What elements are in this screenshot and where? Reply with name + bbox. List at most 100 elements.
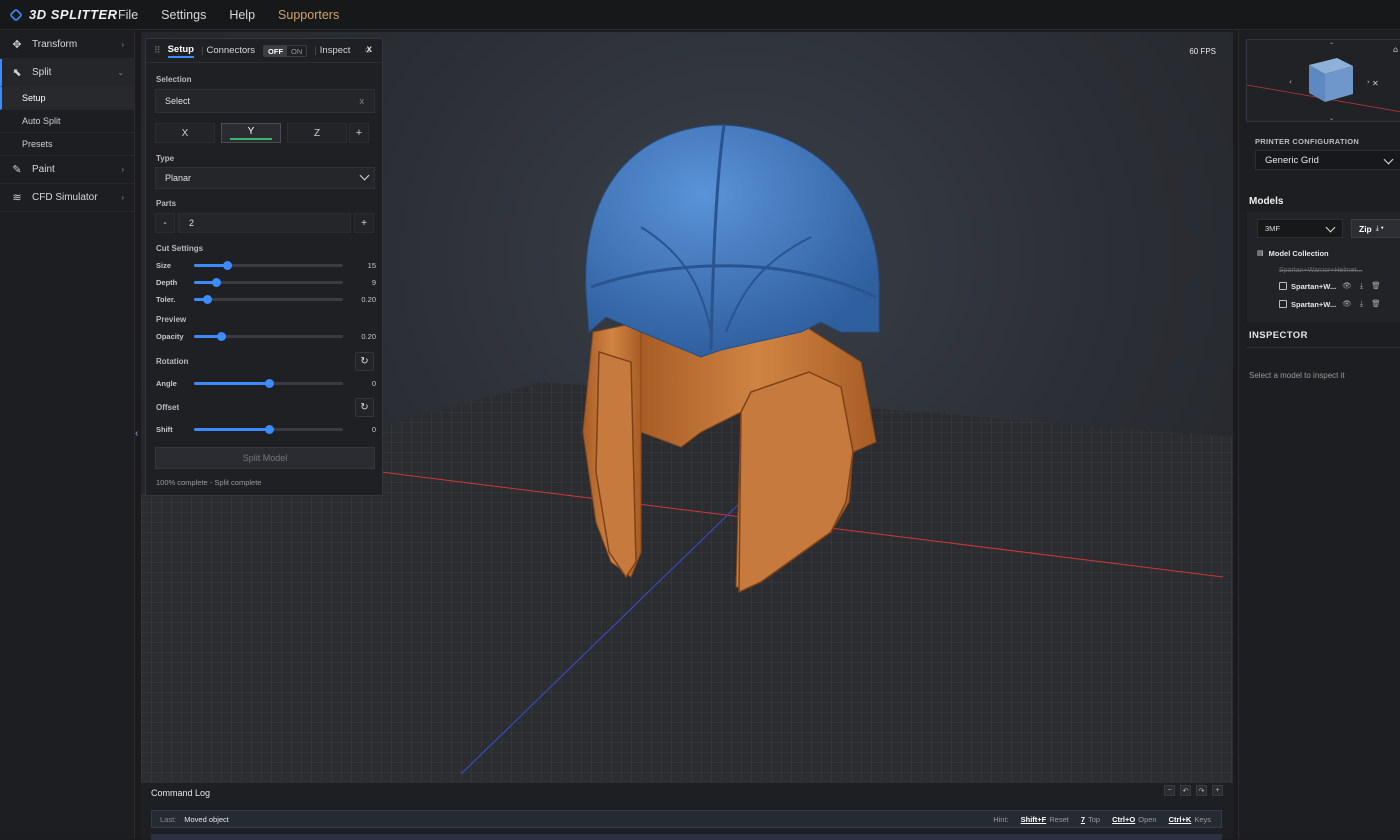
close-panel-button[interactable]: x <box>366 44 372 55</box>
tab-connectors[interactable]: Connectors <box>206 45 255 56</box>
model-row[interactable]: Spartan+W... 👁 ⤓ 🗑 <box>1279 278 1400 294</box>
command-input[interactable] <box>151 834 1222 840</box>
model-row-actions[interactable]: 👁 ⤓ 🗑 <box>1342 299 1384 309</box>
slider-track[interactable] <box>194 331 343 341</box>
svg-text:›: › <box>1367 78 1370 86</box>
slider-value: 15 <box>367 260 376 270</box>
slider-thumb[interactable] <box>212 277 222 287</box>
toggle-off[interactable]: OFF <box>264 45 288 56</box>
slider-thumb[interactable] <box>222 260 232 270</box>
model-collection-row[interactable]: ▤ Model Collection <box>1257 245 1400 261</box>
svg-text:⌄: ⌄ <box>1329 115 1334 122</box>
slider-thumb[interactable] <box>264 378 274 388</box>
slider-label: Depth <box>156 277 178 287</box>
preview-label: Preview <box>156 315 187 324</box>
tab-separator: | <box>200 45 204 56</box>
type-select[interactable]: Planar <box>155 167 375 189</box>
chevron-down-icon: ⌄ <box>117 68 124 77</box>
top-menu-bar: 3D SPLITTER File Settings Help Supporter… <box>0 0 1400 30</box>
sidebar-item-paint[interactable]: ✎ Paint › <box>0 156 134 184</box>
slider-thumb[interactable] <box>216 331 226 341</box>
type-value: Planar <box>165 173 192 183</box>
parts-increment-button[interactable]: + <box>354 213 374 233</box>
brush-icon: ✎ <box>12 164 22 176</box>
tab-setup[interactable]: Setup <box>167 44 194 58</box>
parts-decrement-button[interactable]: - <box>155 213 175 233</box>
export-format-select[interactable]: 3MF <box>1257 219 1343 238</box>
selection-field[interactable]: Select x <box>155 89 375 113</box>
printer-config-label: PRINTER CONFIGURATION <box>1255 137 1360 146</box>
axis-x-label: X <box>181 127 189 139</box>
fps-counter: 60 FPS <box>1189 47 1216 56</box>
offset-label: Offset <box>156 403 180 412</box>
hint-action: Keys <box>1194 814 1211 824</box>
slider-label: Shift <box>156 424 173 434</box>
slider-track[interactable] <box>194 277 343 287</box>
models-title: Models <box>1249 196 1284 207</box>
sidebar-item-split[interactable]: ⬉ Split ⌄ <box>0 59 134 87</box>
printer-value: Generic Grid <box>1265 154 1319 166</box>
type-label: Type <box>156 154 175 163</box>
sidebar-subitem-setup[interactable]: Setup <box>0 87 134 110</box>
drag-handle-icon[interactable]: ⠿ <box>154 45 161 56</box>
menu-supporters[interactable]: Supporters <box>278 8 339 22</box>
panel-collapse-icon[interactable]: ‹ <box>135 428 143 446</box>
model-checkbox[interactable] <box>1279 282 1287 290</box>
slider-thumb[interactable] <box>264 424 274 434</box>
slider-thumb[interactable] <box>203 294 213 304</box>
menu-help[interactable]: Help <box>229 8 255 22</box>
split-model-button[interactable]: Split Model <box>155 447 375 469</box>
chevron-down-icon <box>359 170 370 181</box>
slider-toler: Toler. 0.20 <box>156 293 376 305</box>
sidebar-item-label: Split <box>32 67 52 78</box>
sidebar-item-transform[interactable]: ✥ Transform › <box>0 31 134 59</box>
add-axis-button[interactable]: + <box>349 123 369 143</box>
source-model-row[interactable]: Spartan+Warrior+Helmet... <box>1279 262 1400 278</box>
menu-settings[interactable]: Settings <box>161 8 206 22</box>
model-name: Spartan+W... <box>1291 281 1337 291</box>
zip-export-button[interactable]: Zip ⤓ ▾ <box>1351 219 1400 238</box>
divider <box>1247 347 1400 348</box>
slider-track[interactable] <box>194 294 343 304</box>
sidebar-item-cfd-simulator[interactable]: ≋ CFD Simulator › <box>0 184 134 212</box>
cursor-select-icon: ⬉ <box>12 67 22 79</box>
right-sidebar: ‹ › ⌃ ⌄ ✕ ⌂ PRINTER CONFIGURATION Generi… <box>1238 31 1400 839</box>
hint-action: Top <box>1088 814 1101 824</box>
undo-button[interactable]: ↶ <box>1180 785 1191 796</box>
minimize-button[interactable]: − <box>1164 785 1175 796</box>
tab-inspect[interactable]: Inspect <box>320 45 351 56</box>
format-value: 3MF <box>1265 224 1280 233</box>
logo-hex-icon <box>9 7 23 22</box>
parts-input[interactable]: 2 <box>178 213 351 233</box>
axis-z-button[interactable]: Z <box>287 123 347 143</box>
printer-select[interactable]: Generic Grid <box>1255 150 1400 170</box>
slider-track[interactable] <box>194 424 343 434</box>
menu-file[interactable]: File <box>118 8 138 22</box>
model-checkbox[interactable] <box>1279 300 1287 308</box>
connectors-toggle[interactable]: OFF ON <box>263 44 308 57</box>
slider-track[interactable] <box>194 378 343 388</box>
axis-y-button[interactable]: Y <box>221 123 281 143</box>
toggle-on[interactable]: ON <box>287 46 306 56</box>
wind-icon: ≋ <box>12 192 22 204</box>
inspector-title: INSPECTOR <box>1249 330 1308 341</box>
model-row-actions[interactable]: 👁 ⤓ 🗑 <box>1342 281 1384 291</box>
slider-track[interactable] <box>194 260 343 270</box>
expand-button[interactable]: + <box>1212 785 1223 796</box>
slider-value: 0.20 <box>361 294 376 304</box>
redo-button[interactable]: ↷ <box>1196 785 1207 796</box>
app-logo[interactable]: 3D SPLITTER <box>9 7 118 22</box>
slider-fill <box>194 263 227 267</box>
rotation-reset-button[interactable]: ↻ <box>355 352 374 371</box>
clear-selection-button[interactable]: x <box>360 96 365 106</box>
view-cube-navigator[interactable]: ‹ › ⌃ ⌄ ✕ ⌂ <box>1246 39 1400 122</box>
svg-text:⌂: ⌂ <box>1393 45 1398 54</box>
sidebar-subitem-auto-split[interactable]: Auto Split <box>0 110 134 133</box>
sidebar-subitem-presets[interactable]: Presets <box>0 133 134 156</box>
last-command: Moved object <box>184 814 229 824</box>
chevron-right-icon: › <box>121 165 124 174</box>
axis-x-button[interactable]: X <box>155 123 215 143</box>
model-row[interactable]: Spartan+W... 👁 ⤓ 🗑 <box>1279 296 1400 312</box>
view-cube-canvas[interactable]: ‹ › ⌃ ⌄ ✕ ⌂ <box>1247 40 1400 122</box>
offset-reset-button[interactable]: ↻ <box>355 398 374 417</box>
